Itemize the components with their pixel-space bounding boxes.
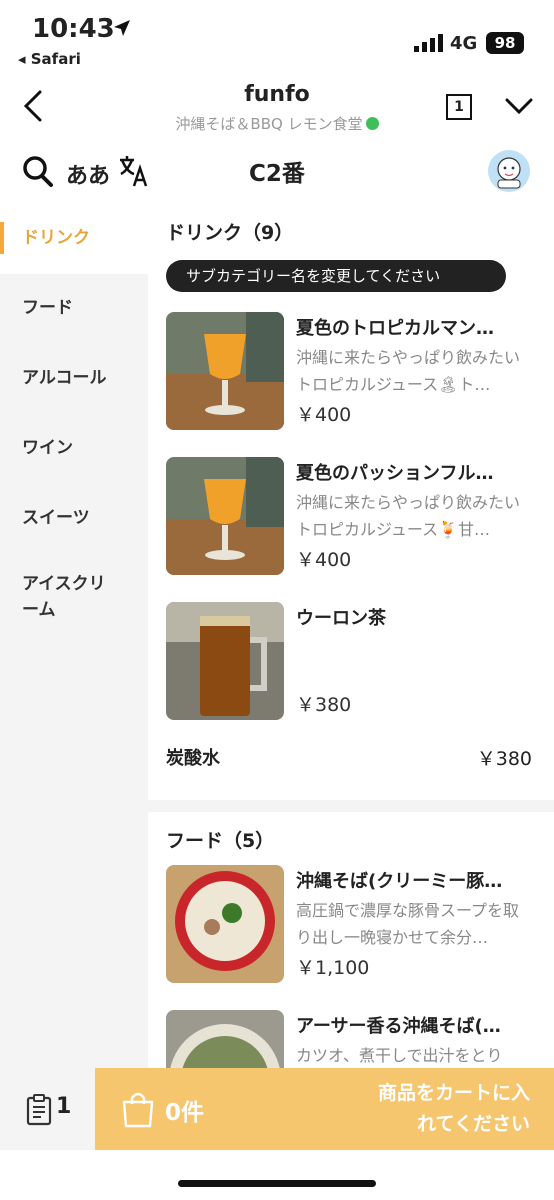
- item-photo: [166, 312, 284, 430]
- shop-name-text: 沖縄そば＆BBQ レモン食堂: [175, 115, 363, 133]
- order-history-button[interactable]: 1: [0, 1068, 95, 1150]
- item-price: ￥1,100: [296, 957, 370, 979]
- item-photo: [166, 457, 284, 575]
- item-price: ￥380: [476, 748, 532, 770]
- mango-juice-photo: [166, 312, 284, 430]
- bottom-bar: 1 0件 商品をカートに入れてください: [0, 1068, 554, 1150]
- category-sidebar: ドリンク フード アルコール ワイン スイーツ アイスクリーム: [0, 204, 148, 1068]
- item-description: 沖縄に来たらやっぱり飲みたいトロピカルジュース🍹甘…: [296, 493, 521, 539]
- cart-count: 0件: [165, 1100, 205, 1126]
- location-arrow-icon: [114, 20, 130, 36]
- home-indicator[interactable]: [178, 1180, 376, 1187]
- section-divider: [148, 800, 554, 812]
- item-name: 沖縄そば(クリーミー豚…: [296, 871, 503, 892]
- item-name: 夏色のパッションフル…: [296, 463, 494, 484]
- sidebar-item-food[interactable]: フード: [0, 274, 148, 344]
- sidebar-item-wine[interactable]: ワイン: [0, 414, 148, 484]
- order-count: 1: [56, 1094, 72, 1119]
- avatar[interactable]: [488, 150, 530, 192]
- network-type: 4G: [450, 33, 478, 54]
- item-name: ウーロン茶: [296, 608, 386, 629]
- item-photo: [166, 602, 284, 720]
- item-name: 夏色のトロピカルマン…: [296, 318, 494, 339]
- back-to-safari-link[interactable]: ◂ Safari: [18, 50, 81, 68]
- battery-icon: 98: [486, 32, 524, 54]
- oolong-tea-photo: [166, 602, 284, 720]
- item-description: 高圧鍋で濃厚な豚骨スープを取り出し一晩寝かせて余分…: [296, 901, 520, 947]
- menu-item[interactable]: 夏色のパッションフル… 沖縄に来たらやっぱり飲みたいトロピカルジュース🍹甘… ￥…: [166, 457, 546, 577]
- status-time: 10:43: [32, 14, 115, 44]
- item-description: 沖縄に来たらやっぱり飲みたいトロピカルジュース🏝ト…: [296, 348, 521, 394]
- chevron-down-icon[interactable]: [504, 96, 534, 116]
- item-price: ￥400: [296, 404, 352, 426]
- passion-juice-photo: [166, 457, 284, 575]
- menu-item[interactable]: ウーロン茶 ￥380: [166, 602, 546, 722]
- item-price: ￥380: [296, 694, 352, 716]
- table-number: C2番: [249, 161, 305, 187]
- item-photo: [166, 865, 284, 983]
- verified-badge-icon: [365, 117, 379, 130]
- menu-list: ドリンク（9） サブカテゴリー名を変更してください 夏色のトロピカルマン… 沖縄…: [148, 204, 554, 1068]
- aasa-soba-photo: [166, 1010, 284, 1068]
- sidebar-item-alcohol[interactable]: アルコール: [0, 344, 148, 414]
- cart-button[interactable]: 0件 商品をカートに入れてください: [95, 1068, 554, 1150]
- sidebar-item-sweets[interactable]: スイーツ: [0, 484, 148, 554]
- sidebar-item-ice-cream[interactable]: アイスクリーム: [0, 554, 120, 654]
- shopping-bag-icon: [122, 1092, 154, 1128]
- subcategory-pill[interactable]: サブカテゴリー名を変更してください: [166, 260, 506, 292]
- menu-item[interactable]: 炭酸水 ￥380: [166, 744, 532, 774]
- menu-item[interactable]: 夏色のトロピカルマン… 沖縄に来たらやっぱり飲みたいトロピカルジュース🏝ト… ￥…: [166, 312, 546, 432]
- clipboard-icon: [26, 1094, 52, 1126]
- sidebar-item-drink[interactable]: ドリンク: [0, 204, 148, 274]
- mascot-avatar-icon: [497, 157, 521, 189]
- cart-message: 商品をカートに入れてください: [377, 1082, 530, 1135]
- section-title-drink: ドリンク（9）: [166, 222, 294, 244]
- section-title-food: フード（5）: [166, 830, 275, 852]
- item-name: アーサー香る沖縄そば(…: [296, 1016, 501, 1037]
- okinawa-soba-photo: [166, 865, 284, 983]
- menu-item[interactable]: 沖縄そば(クリーミー豚… 高圧鍋で濃厚な豚骨スープを取り出し一晩寝かせて余分… …: [166, 865, 546, 985]
- item-price: ￥400: [296, 549, 352, 571]
- cellular-signal-icon: [414, 34, 443, 52]
- item-photo: [166, 1010, 284, 1068]
- menu-item[interactable]: アーサー香る沖縄そば(… カツオ、煮干しで出汁をとり: [166, 1010, 546, 1068]
- status-bar: 10:43 ◂ Safari 4G 98: [0, 0, 554, 72]
- item-name: 炭酸水: [166, 748, 220, 769]
- tab-count-button[interactable]: 1: [446, 94, 472, 120]
- item-description: カツオ、煮干しで出汁をとり: [296, 1046, 503, 1065]
